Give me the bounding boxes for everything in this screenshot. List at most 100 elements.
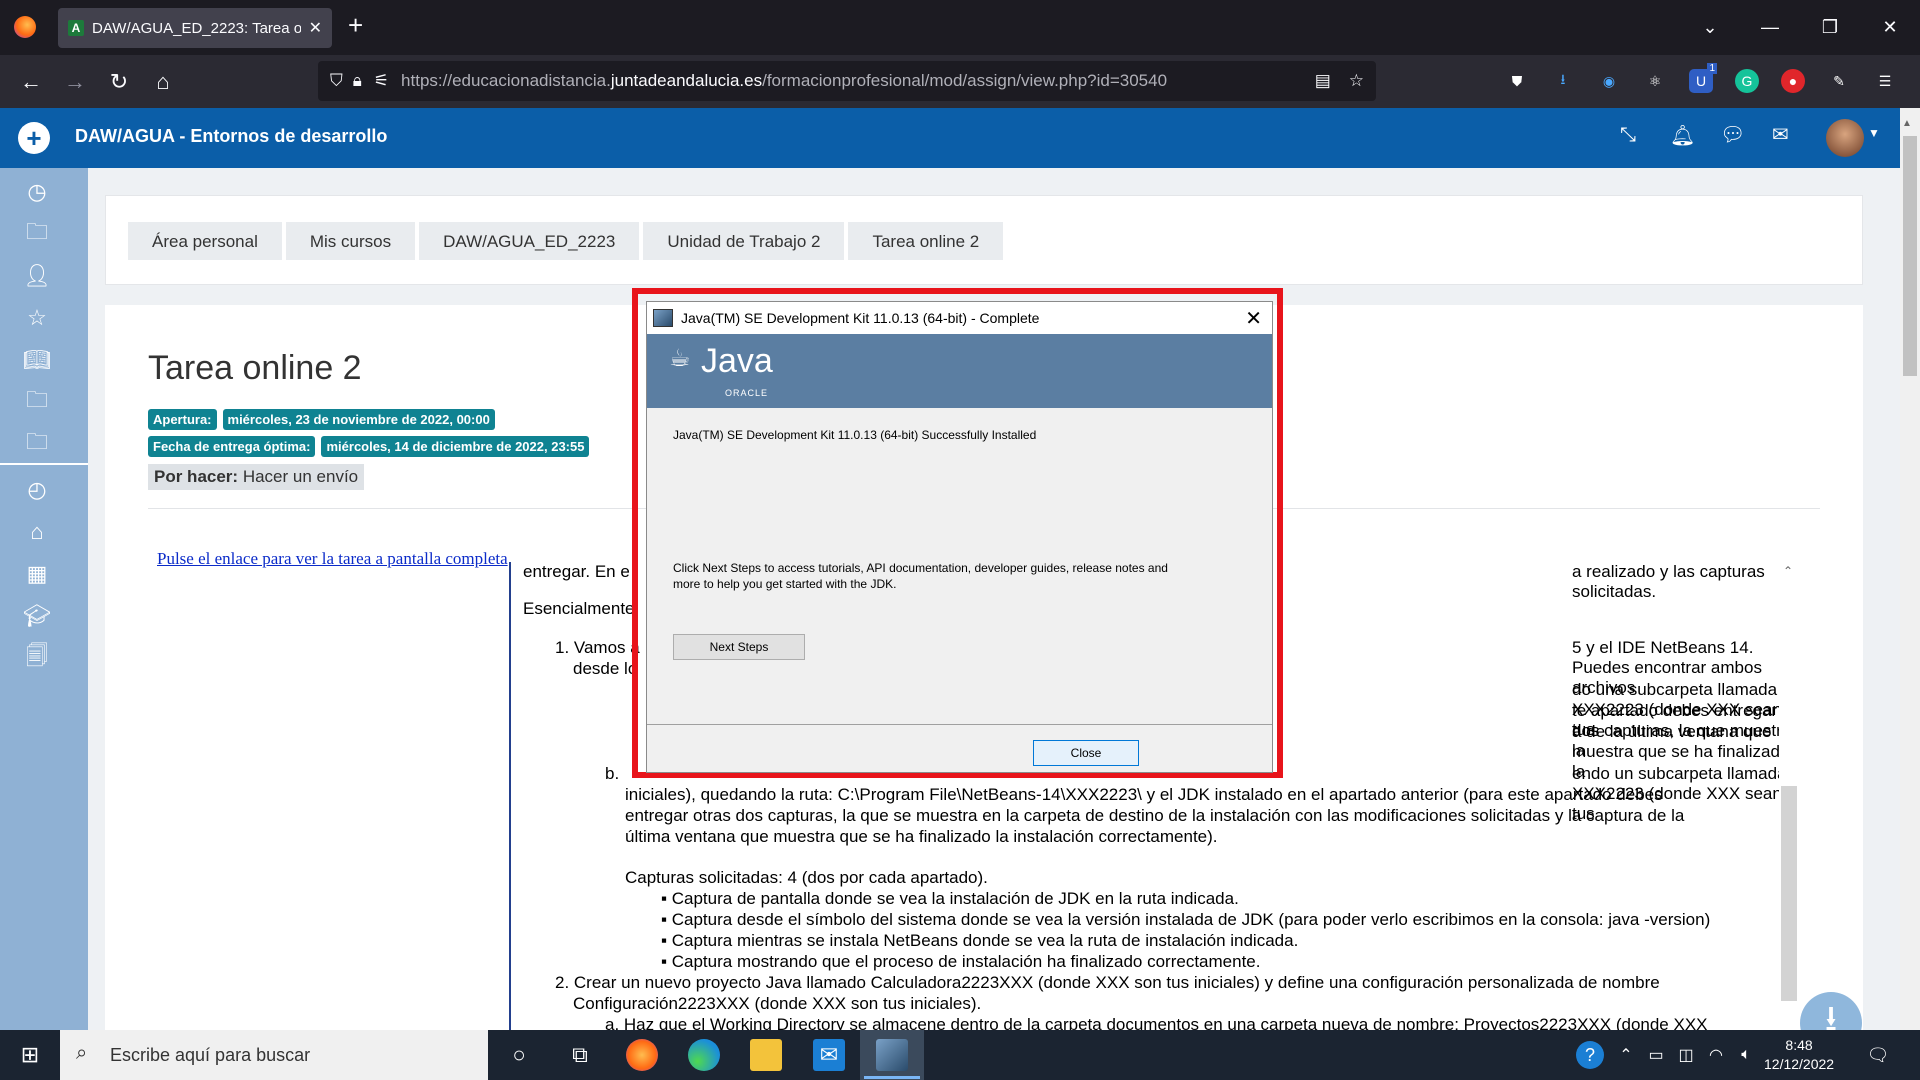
permissions-icon[interactable]: ⚟ (374, 71, 389, 91)
new-tab-button[interactable]: + (348, 10, 363, 41)
fullscreen-link[interactable]: Pulse el enlace para ver la tarea a pant… (157, 549, 508, 569)
firefox-menu-icon[interactable] (14, 16, 36, 38)
search-placeholder: Escribe aquí para buscar (110, 1044, 311, 1065)
status-badge: Por hacer: Hacer un envío (148, 464, 365, 490)
file-explorer-icon[interactable] (750, 1039, 782, 1071)
star-icon[interactable]: ☆ (22, 303, 52, 333)
folder-icon-3[interactable]: 🗀 (22, 429, 52, 459)
firefox-taskbar-icon[interactable] (626, 1039, 658, 1071)
iframe-bullet-3: ▪ Captura mientras se instala NetBeans d… (661, 931, 1299, 950)
ublock-icon[interactable]: U1 (1689, 63, 1717, 93)
close-button[interactable]: Close (1033, 740, 1139, 766)
breadcrumb-mis-cursos[interactable]: Mis cursos (285, 222, 416, 260)
lock-icon[interactable]: 🔒︎ (353, 71, 362, 91)
iframe-scrollbar[interactable]: ⌃ (1779, 562, 1799, 1030)
wifi-icon[interactable]: ◠ (1700, 1039, 1732, 1071)
iframe-scroll-up-icon[interactable]: ⌃ (1783, 564, 1793, 578)
taskbar-search[interactable]: ⌕ Escribe aquí para buscar (60, 1030, 488, 1080)
grammarly-icon[interactable]: G (1735, 69, 1759, 93)
user-avatar[interactable] (1826, 119, 1864, 157)
url-path: /formacionprofesional/mod/assign/view.ph… (762, 71, 1168, 90)
browser-tab-bar: A DAW/AGUA_ED_2223: Tarea onl ✕ + ⌄ — ❐ … (0, 0, 1920, 55)
breadcrumb-area-personal[interactable]: Área personal (128, 222, 282, 260)
notification-center-icon[interactable]: 🗨︎ (1862, 1039, 1894, 1071)
tab-list-icon[interactable]: ⌄ (1680, 17, 1740, 38)
clock-date: 12/12/2022 (1764, 1056, 1835, 1072)
calendar-icon[interactable]: ▦ (22, 559, 52, 589)
email-icon[interactable]: ✉ (1772, 122, 1789, 147)
task-view-icon[interactable]: ⧉ (564, 1039, 596, 1071)
breadcrumb-course[interactable]: DAW/AGUA_ED_2223 (419, 222, 640, 260)
installed-message: Java(TM) SE Development Kit 11.0.13 (64-… (673, 428, 1037, 442)
status-value: Hacer un envío (242, 467, 359, 486)
collapse-icon[interactable]: ⤡ (1620, 124, 1636, 147)
breadcrumb-unit[interactable]: Unidad de Trabajo 2 (643, 222, 845, 260)
breadcrumb-task[interactable]: Tarea online 2 (848, 222, 1004, 260)
user-menu-caret-icon[interactable]: ▼ (1868, 126, 1880, 140)
reload-icon[interactable]: ↻ (104, 67, 134, 97)
taskbar-clock[interactable]: 8:48 12/12/2022 (1764, 1036, 1834, 1074)
shield-icon[interactable]: ⛉ (330, 71, 343, 91)
meet-now-icon[interactable]: ◫ (1670, 1039, 1702, 1071)
battery-icon[interactable]: ▭ (1640, 1039, 1672, 1071)
folder-icon[interactable]: 🗀 (22, 219, 52, 249)
iframe-b-line2: iniciales), quedando la ruta: C:\Program… (625, 785, 1663, 804)
java-installer-taskbar-icon[interactable] (876, 1039, 908, 1071)
graduation-cap-icon[interactable]: 🎓︎ (22, 601, 52, 631)
page-scrollbar[interactable]: ▲ (1900, 108, 1920, 1030)
browser-tab[interactable]: A DAW/AGUA_ED_2223: Tarea onl ✕ (58, 8, 332, 48)
page-scroll-thumb[interactable] (1903, 136, 1917, 376)
windows-start-icon[interactable]: ⊞ (14, 1039, 46, 1071)
next-steps-message-2: more to help you get started with the JD… (673, 577, 897, 591)
opening-label: Apertura: (148, 409, 217, 430)
course-title[interactable]: DAW/AGUA - Entornos de desarrollo (75, 126, 387, 147)
edge-taskbar-icon[interactable] (688, 1039, 720, 1071)
dialog-titlebar[interactable]: Java(TM) SE Development Kit 11.0.13 (64-… (647, 302, 1272, 334)
cortana-icon[interactable]: ○ (503, 1039, 535, 1071)
tab-close-icon[interactable]: ✕ (309, 18, 322, 38)
iframe-scroll-thumb[interactable] (1781, 786, 1797, 1001)
help-icon[interactable]: ? (1576, 1041, 1604, 1069)
grades-book-icon[interactable]: 📖︎ (22, 345, 52, 375)
participants-icon[interactable]: 👤︎ (22, 261, 52, 291)
restore-icon[interactable]: ❐ (1800, 17, 1860, 38)
forward-icon[interactable]: → (60, 67, 90, 97)
extension-circle-icon[interactable]: ◉ (1597, 69, 1621, 93)
download-icon[interactable]: ⭳ (1551, 69, 1575, 93)
next-steps-button[interactable]: Next Steps (673, 634, 805, 660)
iframe-essentially: Esencialmente, (523, 599, 640, 618)
clock-icon[interactable]: ◷ (22, 177, 52, 207)
home-site-icon[interactable]: ⌂ (22, 517, 52, 547)
folder-icon-2[interactable]: 🗀 (22, 387, 52, 417)
volume-icon[interactable]: 🔈︎ (1730, 1039, 1762, 1071)
hamburger-menu-icon[interactable]: ☰ (1873, 69, 1897, 93)
iframe-bullet-2: ▪ Captura desde el símbolo del sistema d… (661, 910, 1711, 929)
messages-icon[interactable]: 💬︎ (1720, 122, 1745, 147)
back-icon[interactable]: ← (16, 67, 46, 97)
minimize-icon[interactable]: — (1740, 17, 1800, 38)
dialog-close-icon[interactable]: ✕ (1245, 306, 1262, 331)
reader-view-icon[interactable]: ▤ (1315, 71, 1331, 91)
moodle-navbar: + DAW/AGUA - Entornos de desarrollo ⤡ 🔔︎… (0, 108, 1902, 168)
dashboard-icon[interactable]: ◴ (22, 475, 52, 505)
tab-title: DAW/AGUA_ED_2223: Tarea onl (92, 19, 301, 37)
browser-nav-bar: ← → ↻ ⌂ ⛉ 🔒︎ ⚟ https://educacionadistanc… (0, 55, 1920, 108)
mail-icon[interactable]: ✉ (813, 1039, 845, 1071)
react-devtools-icon[interactable]: ⚛ (1643, 69, 1667, 93)
windows-taskbar: ⊞ ⌕ Escribe aquí para buscar ○ ⧉ ✉ ? ⌃ ▭… (0, 1030, 1920, 1080)
installer-app-icon (653, 309, 673, 327)
address-bar[interactable]: ⛉ 🔒︎ ⚟ https://educacionadistancia. junt… (318, 61, 1376, 101)
home-icon[interactable]: ⌂ (148, 67, 178, 97)
lastpass-icon[interactable]: ● (1781, 69, 1805, 93)
bookmark-star-icon[interactable]: ☆ (1349, 71, 1364, 91)
site-favicon-icon: A (68, 20, 84, 36)
close-window-icon[interactable]: ✕ (1860, 17, 1920, 38)
pocket-icon[interactable]: ⛊ (1505, 69, 1529, 93)
scroll-up-icon[interactable]: ▲ (1902, 118, 1912, 129)
color-picker-icon[interactable]: ✎ (1827, 69, 1851, 93)
tray-chevron-icon[interactable]: ⌃ (1610, 1039, 1642, 1071)
notifications-bell-icon[interactable]: 🔔︎ (1670, 123, 1695, 148)
files-icon[interactable]: 🗐 (22, 643, 52, 673)
iframe-captures: Capturas solicitadas: 4 (dos por cada ap… (625, 868, 988, 887)
drawer-toggle-icon[interactable]: + (18, 122, 50, 154)
